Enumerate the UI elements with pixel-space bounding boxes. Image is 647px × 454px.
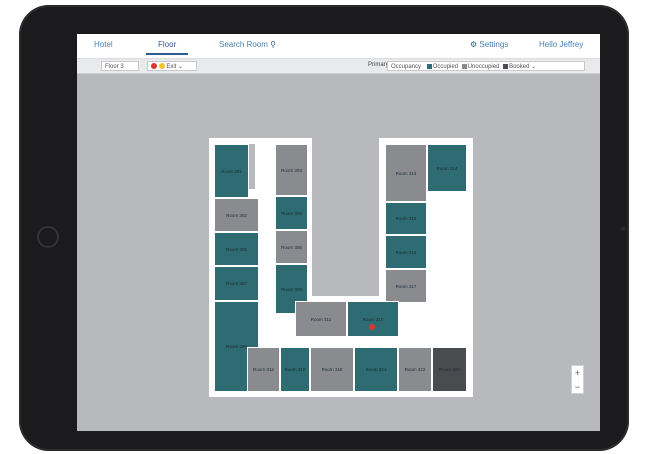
room-label: Room 301 xyxy=(221,168,242,174)
chevron-down-icon: ⌄ xyxy=(531,64,537,70)
room-label: Room 305 xyxy=(226,246,247,252)
zoom-out-button[interactable]: − xyxy=(572,380,583,394)
booked-swatch xyxy=(503,63,509,69)
room-label: Room 307 xyxy=(226,281,247,286)
home-button[interactable] xyxy=(37,226,59,248)
room[interactable]: Room 320 xyxy=(432,347,467,392)
room[interactable]: Room 318 xyxy=(310,347,354,392)
room[interactable]: Room 306 xyxy=(275,230,308,264)
yellow-status-dot xyxy=(158,63,165,70)
room[interactable]: Room 313 xyxy=(385,144,427,202)
room[interactable]: Room 310 xyxy=(347,301,399,337)
room[interactable]: Room 315 xyxy=(385,202,427,235)
filter-label: Primary xyxy=(368,62,389,68)
room-label: Room 308 xyxy=(281,286,302,292)
room[interactable]: Room 305 xyxy=(214,232,259,266)
room[interactable]: Room 311 xyxy=(295,301,347,337)
room[interactable]: Room 307 xyxy=(214,266,259,301)
room-label: Room 310 xyxy=(362,316,384,322)
room-label: Room 317 xyxy=(395,283,417,289)
room[interactable]: Room 304 xyxy=(275,196,308,230)
room[interactable]: Room 317 xyxy=(385,269,427,303)
tab-search-room-label: Search Room xyxy=(219,40,268,49)
room[interactable]: Room 312 xyxy=(247,347,280,392)
room-label: Room 320 xyxy=(439,367,460,372)
room-label: Room 306 xyxy=(281,244,302,250)
room-label: Room 319 xyxy=(284,367,306,372)
tab-hotel[interactable]: Hotel xyxy=(94,40,113,49)
occupied-swatch xyxy=(426,63,432,69)
red-status-dot xyxy=(151,63,157,70)
alert-marker[interactable] xyxy=(369,324,375,330)
floor-plan: Room 301 Room 302 Room 305 Room 307 Room… xyxy=(209,138,473,397)
room-label: Room 314 xyxy=(436,165,458,171)
room-label: Room 309 xyxy=(226,344,247,349)
chevron-down-icon: ⌄ xyxy=(178,64,184,70)
room-label: Room 322 xyxy=(404,367,426,372)
toolbar: Floor 3 Exit ⌄ Primary Occupancy Occupie… xyxy=(77,59,600,74)
room-label: Room 312 xyxy=(253,367,274,372)
legend-booked: Booked xyxy=(509,64,530,70)
room-label: Room 311 xyxy=(310,316,332,322)
room[interactable]: Room 314 xyxy=(427,144,467,192)
room-label: Room 316 xyxy=(395,249,417,255)
room[interactable]: Room 303 xyxy=(275,144,308,196)
top-nav: Hotel Floor Search Room ⚲ ⚙ Settings Hel… xyxy=(77,34,600,59)
room[interactable]: Room 301 xyxy=(214,144,249,198)
room-label: Room 313 xyxy=(395,170,417,176)
legend-occupied: Occupied xyxy=(432,64,459,70)
settings-label: Settings xyxy=(479,40,509,49)
floor-select[interactable]: Floor 3 xyxy=(101,61,139,71)
status-select-value: Exit xyxy=(166,64,177,70)
room[interactable]: Room 321 xyxy=(354,347,398,392)
gear-icon: ⚙ xyxy=(470,40,478,49)
occupancy-select-value: Occupancy xyxy=(391,64,422,70)
app-screen: Hotel Floor Search Room ⚲ ⚙ Settings Hel… xyxy=(77,34,600,431)
room-label: Room 304 xyxy=(281,210,302,216)
status-select[interactable]: Exit ⌄ xyxy=(147,61,197,71)
room[interactable]: Room 322 xyxy=(398,347,432,392)
zoom-control: + − xyxy=(571,365,584,394)
user-menu[interactable]: Hello Jeffrey xyxy=(539,40,583,49)
legend-unoccupied: Unoccupied xyxy=(467,64,500,70)
room-label: Room 315 xyxy=(395,216,417,221)
floor-select-value: Floor 3 xyxy=(105,64,124,70)
room[interactable]: Room 316 xyxy=(385,235,427,269)
tab-floor[interactable]: Floor xyxy=(145,40,189,55)
room[interactable]: Room 302 xyxy=(214,198,259,232)
room-label: Room 302 xyxy=(226,212,247,218)
camera-icon xyxy=(621,226,626,231)
settings-button[interactable]: ⚙ Settings xyxy=(470,40,508,49)
occupancy-select[interactable]: Occupancy Occupied Unoccupied Booked ⌄ xyxy=(387,61,585,71)
zoom-in-button[interactable]: + xyxy=(572,366,583,380)
unoccupied-swatch xyxy=(461,63,467,69)
room-label: Room 318 xyxy=(321,367,343,372)
room[interactable]: Room 319 xyxy=(280,347,310,392)
courtyard xyxy=(312,138,379,296)
tab-search-room[interactable]: Search Room ⚲ xyxy=(219,40,276,49)
room-label: Room 321 xyxy=(365,367,387,372)
room-label: Room 303 xyxy=(281,167,302,173)
search-icon: ⚲ xyxy=(270,40,277,49)
